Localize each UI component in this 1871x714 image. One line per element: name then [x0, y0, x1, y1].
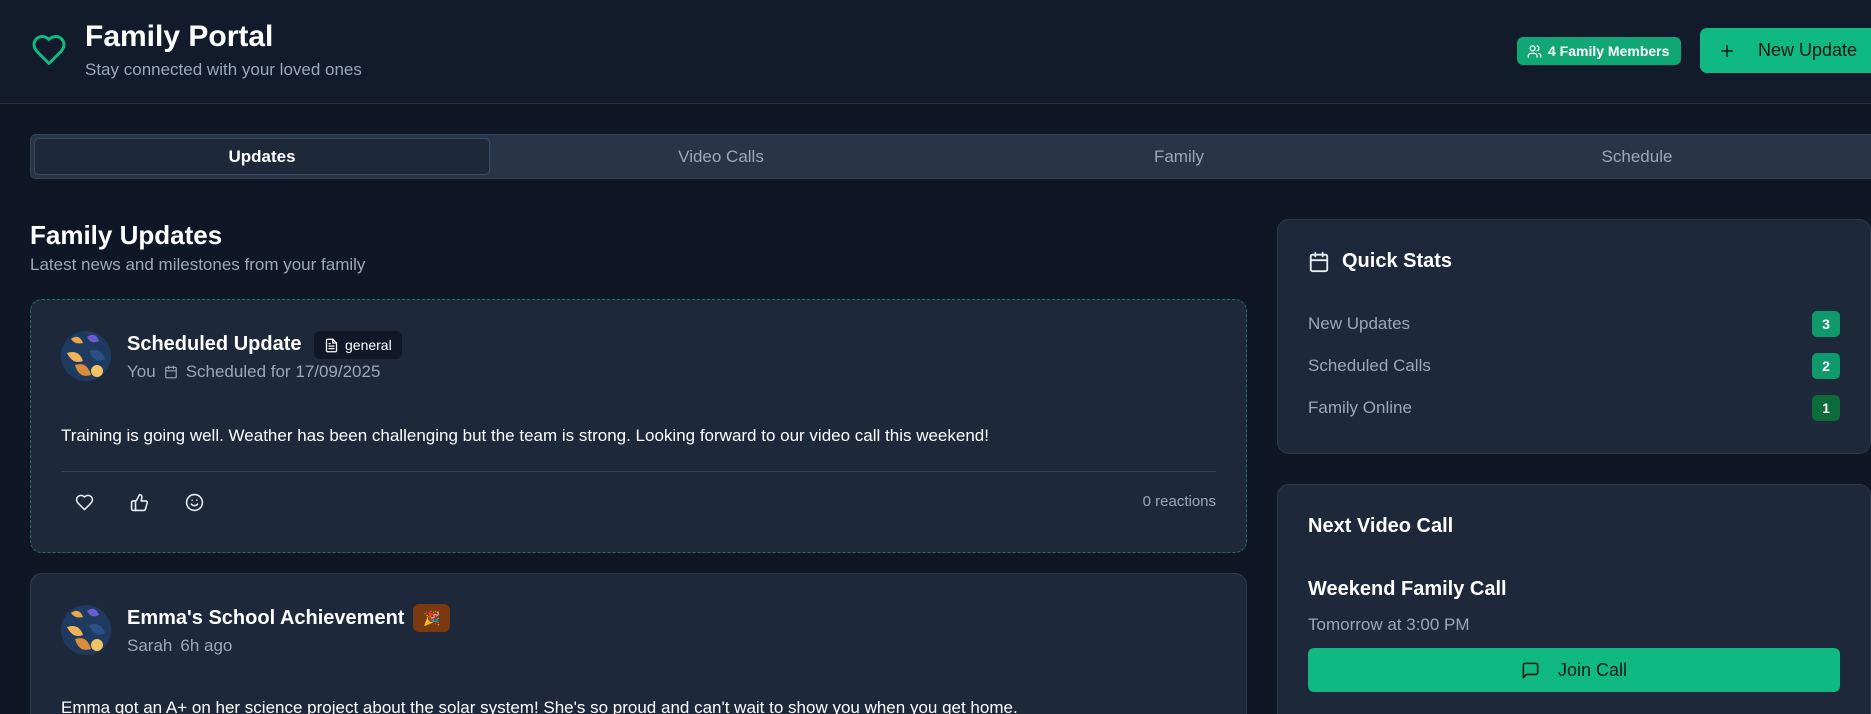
- post-meta: Sarah 6h ago: [127, 636, 232, 656]
- tab-schedule[interactable]: Schedule: [1409, 138, 1865, 175]
- stat-label: Family Online: [1308, 398, 1412, 417]
- family-members-label: 4 Family Members: [1548, 43, 1670, 59]
- family-members-badge: 4 Family Members: [1517, 37, 1682, 65]
- smile-icon: [185, 493, 203, 511]
- message-square-icon: [1522, 662, 1539, 678]
- quick-stats-title: Quick Stats: [1308, 250, 1452, 273]
- avatar-image: [61, 605, 111, 655]
- post-author: You: [127, 362, 156, 381]
- quick-stats-label: Quick Stats: [1342, 250, 1453, 272]
- feed-title: Family Updates: [30, 220, 223, 250]
- users-icon: [1527, 44, 1542, 58]
- stat-row-new-updates: New Updates 3: [1308, 310, 1840, 338]
- heart-icon: [75, 494, 93, 510]
- call-time: Tomorrow at 3:00 PM: [1308, 615, 1470, 634]
- app-header: Family Portal Stay connected with your l…: [0, 0, 1871, 104]
- reaction-count: 0 reactions: [1142, 493, 1216, 510]
- document-icon: [325, 338, 338, 352]
- avatar[interactable]: [61, 331, 111, 381]
- avatar[interactable]: [61, 605, 111, 655]
- plus-icon: [1721, 44, 1733, 57]
- stat-value-badge: 2: [1812, 353, 1840, 379]
- main-tabs: Updates Video Calls Family Schedule: [30, 134, 1871, 179]
- post-time: 6h ago: [180, 636, 233, 655]
- calendar-icon: [164, 365, 177, 379]
- stat-label: Scheduled Calls: [1308, 356, 1431, 375]
- stat-row-family-online: Family Online 1: [1308, 394, 1840, 422]
- post-title: Emma's School Achievement: [127, 607, 405, 629]
- tab-updates[interactable]: Updates: [34, 138, 490, 175]
- stat-value-badge: 3: [1812, 311, 1840, 337]
- stat-label: New Updates: [1308, 314, 1411, 333]
- post-divider: [61, 471, 1216, 472]
- post-body: Emma got an A+ on her science project ab…: [61, 698, 1018, 714]
- next-video-call-card: Next Video Call Weekend Family Call Tomo…: [1277, 484, 1871, 714]
- tab-family[interactable]: Family: [951, 138, 1407, 175]
- tab-video-calls[interactable]: Video Calls: [493, 138, 949, 175]
- feed-subtitle: Latest news and milestones from your fam…: [30, 255, 366, 274]
- stat-row-scheduled-calls: Scheduled Calls 2: [1308, 352, 1840, 380]
- quick-stats-card: Quick Stats New Updates 3 Scheduled Call…: [1277, 219, 1871, 454]
- category-badge: 🎉: [413, 604, 451, 632]
- app-subtitle: Stay connected with your loved ones: [85, 60, 362, 79]
- app-title: Family Portal: [85, 20, 274, 53]
- post-card: Emma's School Achievement 🎉 Sarah 6h ago…: [30, 573, 1247, 714]
- post-meta: You Scheduled for 17/09/2025: [127, 362, 380, 382]
- post-body: Training is going well. Weather has been…: [61, 426, 989, 445]
- stat-value-badge: 1: [1812, 395, 1840, 421]
- smile-reaction-button[interactable]: [177, 485, 211, 519]
- heart-reaction-button[interactable]: [67, 485, 101, 519]
- post-time: Scheduled for 17/09/2025: [185, 362, 381, 381]
- new-update-label: New Update: [1758, 40, 1858, 60]
- join-call-button[interactable]: Join Call: [1308, 648, 1840, 692]
- join-call-label: Join Call: [1557, 659, 1628, 680]
- post-card-scheduled: Scheduled Update general You Scheduled f…: [30, 299, 1247, 553]
- calendar-icon: [1309, 251, 1329, 272]
- post-author: Sarah: [127, 636, 173, 655]
- category-badge: general: [314, 331, 402, 359]
- next-call-title: Next Video Call: [1308, 515, 1454, 537]
- category-label: general: [345, 337, 392, 353]
- heart-logo-icon: [32, 35, 66, 65]
- call-name: Weekend Family Call: [1308, 578, 1507, 600]
- thumbs-up-icon: [130, 493, 148, 511]
- like-reaction-button[interactable]: [122, 485, 156, 519]
- category-label: 🎉: [423, 609, 441, 626]
- new-update-button[interactable]: New Update: [1700, 28, 1871, 73]
- post-title: Scheduled Update: [127, 333, 302, 355]
- avatar-image: [61, 331, 111, 381]
